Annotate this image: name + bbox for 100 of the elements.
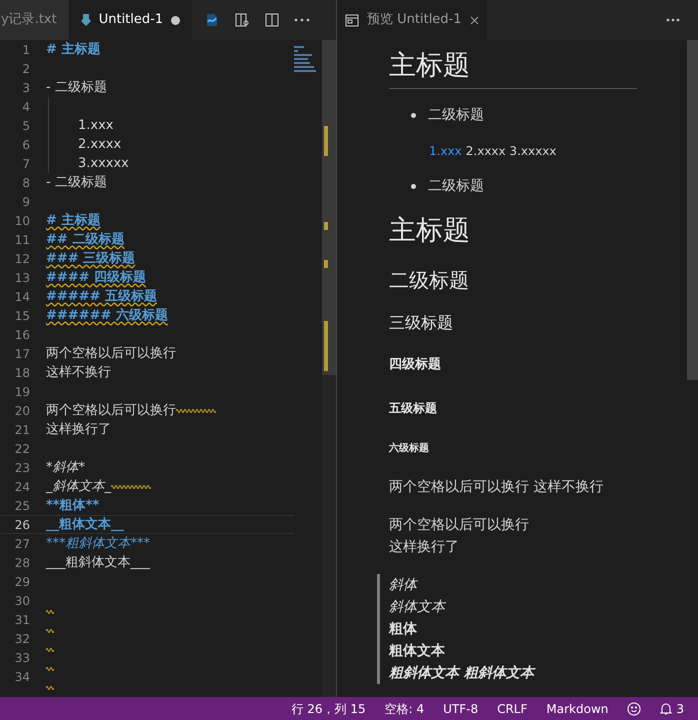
code-text: ### 三级标题 [46, 250, 136, 268]
code-text: 这样换行了 [46, 420, 111, 439]
line-number: 16 [14, 326, 30, 344]
smiley-icon[interactable] [627, 702, 642, 716]
heading-text: 主标题 [389, 49, 471, 83]
bell-icon [660, 702, 672, 715]
list-text: 2.xxxx 3.xxxxx [466, 143, 556, 160]
code-text: __粗体文本__ [46, 516, 124, 534]
line-number: 33 [14, 650, 30, 666]
line-number: 6 [21, 136, 30, 154]
line-number: 22 [14, 440, 30, 458]
line-number: 7 [21, 156, 30, 172]
list-text: 二级标题 [428, 106, 484, 125]
status-item[interactable]: Markdown [546, 700, 608, 718]
line-number: 24 [14, 478, 30, 496]
quote-text: 粗斜体文本 粗斜体文本 [389, 664, 536, 682]
status-item[interactable]: UTF-8 [443, 700, 478, 718]
paragraph-text: 这样换行了 [389, 538, 460, 556]
notifications-button[interactable]: 3 [660, 700, 684, 718]
heading-text: 二级标题 [389, 267, 470, 294]
code-text: *斜体* [46, 458, 85, 477]
line-number: 11 [14, 232, 30, 248]
line-number: 13 [14, 270, 30, 286]
editor-tab[interactable]: y记录.txt [0, 0, 69, 40]
preview-tab[interactable]: 预览 Untitled-1 [337, 0, 487, 40]
preview-icon [345, 14, 359, 26]
line-number: 32 [14, 630, 30, 648]
line-number: 30 [14, 592, 30, 610]
warning-squiggle-icon [46, 647, 54, 652]
code-text: _斜体文本_ [46, 478, 111, 496]
line-number: 25 [14, 498, 30, 514]
more-icon[interactable] [666, 18, 680, 22]
open-preview-side-icon[interactable] [234, 12, 250, 28]
code-text: ###### 六级标题 [46, 306, 168, 325]
warning-squiggle-icon [46, 685, 54, 690]
warning-squiggle-icon [46, 609, 54, 614]
code-text: - 二级标题 [46, 174, 107, 192]
line-number: 34 [14, 668, 30, 686]
warning-squiggle-icon [111, 484, 151, 489]
line-number: 17 [14, 346, 30, 362]
code-text: ##### 五级标题 [46, 288, 157, 306]
code-text: #### 四级标题 [46, 268, 146, 287]
close-icon[interactable] [470, 16, 479, 24]
quote-text: 粗体 [389, 620, 418, 638]
status-item[interactable]: 行 26，列 15 [291, 700, 366, 718]
heading-text: 六级标题 [389, 441, 430, 456]
code-text: 这样不换行 [46, 364, 111, 382]
line-number: 28 [14, 554, 30, 572]
bullet-icon [411, 113, 416, 118]
warning-squiggle-icon [46, 628, 54, 634]
line-number: 12 [14, 250, 30, 268]
line-number: 14 [14, 288, 30, 306]
code-text: 2.xxxx [78, 136, 122, 154]
line-number: 9 [21, 194, 30, 210]
code-text: ## 二级标题 [46, 230, 124, 249]
line-number: 4 [21, 98, 30, 116]
editor-tab[interactable]: Untitled-1 [68, 0, 192, 40]
code-text: ___粗斜体文本___ [46, 554, 150, 572]
heading-text: 主标题 [389, 214, 471, 248]
line-number: 2 [21, 60, 30, 78]
status-item[interactable]: CRLF [497, 700, 528, 718]
code-text: - 二级标题 [46, 78, 107, 97]
status-item[interactable]: 空格: 4 [384, 700, 424, 718]
line-number: 18 [14, 364, 30, 382]
line-number: 19 [14, 384, 30, 400]
warning-squiggle-icon [176, 408, 216, 413]
line-number: 1 [21, 42, 30, 58]
code-text: # 主标题 [46, 40, 100, 59]
code-text: ***粗斜体文本*** [46, 534, 150, 553]
code-text: **粗体** [46, 496, 100, 515]
link[interactable]: 1.xxx [429, 142, 462, 160]
more-icon[interactable] [294, 18, 310, 22]
paragraph-text: 两个空格以后可以换行 这样不换行 [389, 478, 604, 496]
line-number: 26 [14, 516, 30, 534]
line-number: 23 [14, 460, 30, 476]
line-number: 15 [14, 308, 30, 324]
heading-text: 四级标题 [389, 356, 442, 374]
line-number: 27 [14, 536, 30, 552]
line-number: 20 [14, 402, 30, 420]
list-text: 二级标题 [428, 177, 484, 196]
line-number: 5 [21, 118, 30, 134]
paragraph-text: 两个空格以后可以换行 [389, 516, 530, 534]
code-text: 两个空格以后可以换行 [46, 402, 176, 420]
code-text: 3.xxxxx [78, 154, 129, 173]
code-text: # 主标题 [46, 212, 100, 230]
line-number: 29 [14, 574, 30, 590]
bullet-icon [411, 184, 416, 189]
line-number: 21 [14, 422, 30, 438]
code-text: 两个空格以后可以换行 [46, 344, 176, 363]
quote-text: 粗体文本 [389, 642, 446, 660]
line-number: 3 [21, 80, 30, 96]
quote-text: 斜体文本 [389, 598, 448, 616]
warning-squiggle-icon [46, 666, 54, 672]
code-text: 1.xxx [78, 116, 114, 135]
quote-text: 斜体 [389, 576, 420, 594]
heading-text: 五级标题 [389, 400, 438, 416]
line-number: 10 [14, 212, 30, 230]
line-number: 8 [21, 174, 30, 192]
split-editor-icon[interactable] [264, 12, 280, 28]
line-number: 31 [14, 612, 30, 628]
